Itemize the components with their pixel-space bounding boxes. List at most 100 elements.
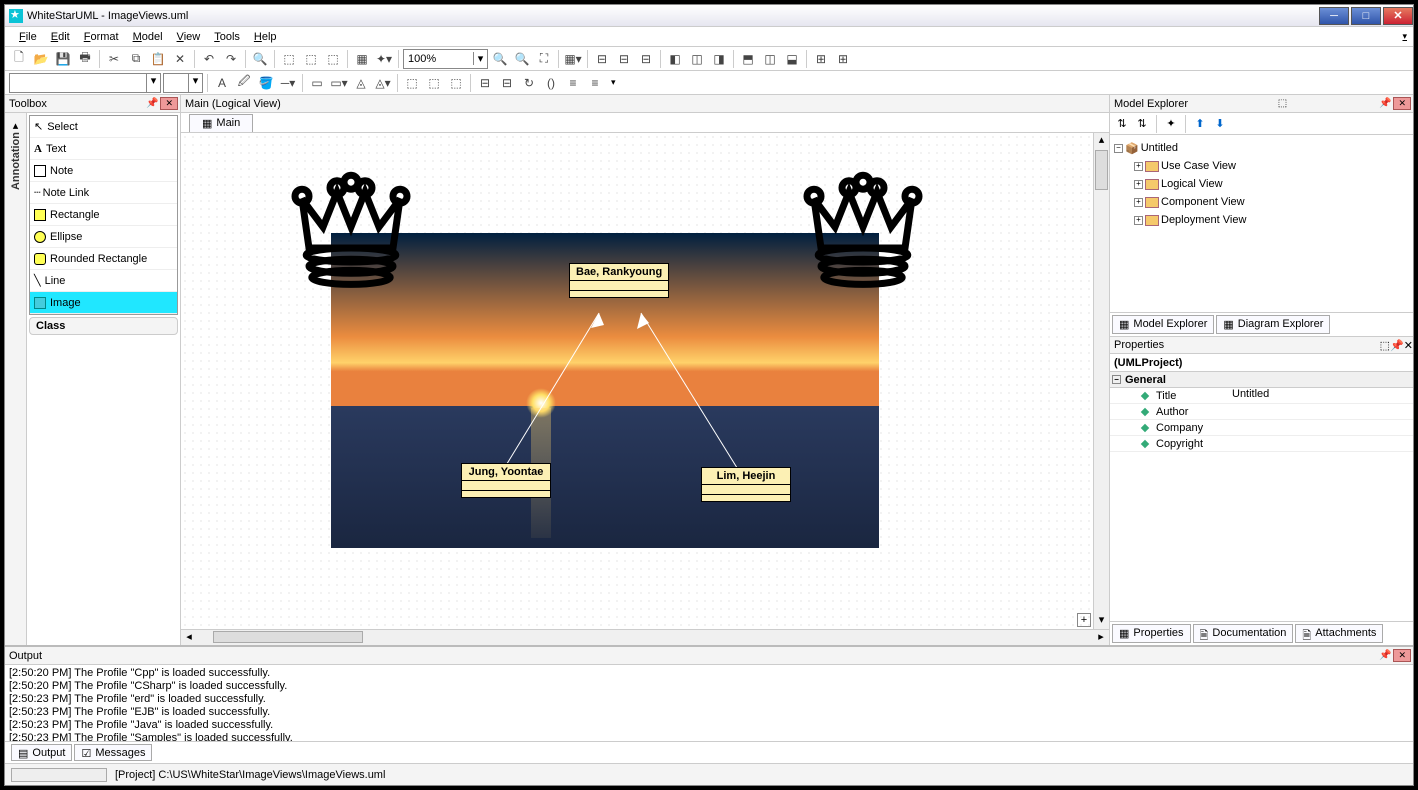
sort-icon[interactable]: ⇅	[1114, 116, 1130, 132]
ws-button-2[interactable]: ⬚	[424, 73, 444, 93]
select-model2-button[interactable]: ⬚	[301, 49, 321, 69]
align-bottom-button[interactable]: ⬓	[782, 49, 802, 69]
tree-item[interactable]: Logical View	[1161, 178, 1223, 190]
tree-root[interactable]: Untitled	[1141, 142, 1178, 154]
ws-button-6[interactable]: ↻	[519, 73, 539, 93]
tab-properties[interactable]: ▦Properties	[1112, 624, 1191, 643]
tool-select[interactable]: ↖Select	[30, 116, 177, 138]
minimize-button[interactable]: ─	[1319, 7, 1349, 25]
tool-image[interactable]: Image	[30, 292, 177, 314]
font-family-combo[interactable]: ▾	[9, 73, 161, 93]
pin-icon[interactable]: 📌	[144, 98, 160, 109]
panel-close-button[interactable]: ✕	[1393, 97, 1411, 110]
print-button[interactable]: 🖶	[75, 49, 95, 69]
pin-icon[interactable]: ⬚	[1276, 98, 1289, 109]
down-arrow-icon[interactable]: ⬇	[1212, 116, 1228, 132]
toolbar2-dropdown-icon[interactable]: ▾	[611, 77, 616, 88]
align-button-3[interactable]: ⊟	[636, 49, 656, 69]
tab-model-explorer[interactable]: ▦Model Explorer	[1112, 315, 1214, 334]
model-tree[interactable]: −📦Untitled +Use Case View +Logical View …	[1110, 135, 1413, 312]
output-log[interactable]: [2:50:20 PM] The Profile "Cpp" is loaded…	[5, 665, 1413, 741]
undo-button[interactable]: ↶	[199, 49, 219, 69]
ws-button-7[interactable]: ()	[541, 73, 561, 93]
tool-ellipse[interactable]: Ellipse	[30, 226, 177, 248]
ws-button-1[interactable]: ⬚	[402, 73, 422, 93]
redo-button[interactable]: ↷	[221, 49, 241, 69]
menu-help[interactable]: Help	[248, 29, 283, 45]
ws-button-4[interactable]: ⊟	[475, 73, 495, 93]
align-left-button[interactable]: ◧	[665, 49, 685, 69]
tab-main[interactable]: ▦Main	[189, 114, 253, 132]
filter-icon[interactable]: ✦	[1163, 116, 1179, 132]
select-model3-button[interactable]: ⬚	[323, 49, 343, 69]
tool-text[interactable]: AText	[30, 138, 177, 160]
tab-output[interactable]: ▤Output	[11, 744, 72, 761]
delete-button[interactable]: ✕	[170, 49, 190, 69]
horizontal-scrollbar[interactable]: ◂▸	[181, 629, 1109, 645]
zoom-combo[interactable]: 100%▾	[403, 49, 488, 69]
line-style-button[interactable]: ─▾	[278, 73, 298, 93]
panel-close-button[interactable]: ✕	[160, 97, 178, 110]
align-right-button[interactable]: ◨	[709, 49, 729, 69]
grid-button[interactable]: ▦▾	[563, 49, 583, 69]
menu-view[interactable]: View	[171, 29, 207, 45]
prop-title[interactable]: TitleUntitled	[1110, 388, 1413, 404]
tree-expand-icon[interactable]: +	[1134, 216, 1143, 225]
align-top-button[interactable]: ⬒	[738, 49, 758, 69]
stereotype-button[interactable]: ▭	[307, 73, 327, 93]
pin-icon[interactable]: 📌	[1377, 650, 1393, 661]
uml-class-left[interactable]: Jung, Yoontae	[461, 463, 551, 498]
new-button[interactable]: 🗋	[9, 49, 29, 69]
tab-diagram-explorer[interactable]: ▦Diagram Explorer	[1216, 315, 1330, 334]
style-button[interactable]: ✦▾	[374, 49, 394, 69]
zoom-expand-button[interactable]: +	[1077, 613, 1091, 627]
up-arrow-icon[interactable]: ⬆	[1192, 116, 1208, 132]
tree-collapse-icon[interactable]: −	[1114, 144, 1123, 153]
ws-button-9[interactable]: ≡	[585, 73, 605, 93]
tree-expand-icon[interactable]: +	[1134, 162, 1143, 171]
tree-expand-icon[interactable]: +	[1134, 198, 1143, 207]
class-category[interactable]: Class	[29, 317, 178, 335]
annotation-category[interactable]: Annotation	[10, 132, 22, 190]
menu-format[interactable]: Format	[78, 29, 125, 45]
panel-close-button[interactable]: ✕	[1393, 649, 1411, 662]
font-color-button[interactable]: A	[212, 73, 232, 93]
fit-button[interactable]: ⛶	[534, 49, 554, 69]
pin-icon[interactable]: 📌	[1377, 98, 1393, 109]
toolbox-up-icon[interactable]: ▴	[13, 119, 19, 132]
uml-class-top[interactable]: Bae, Rankyoung	[569, 263, 669, 298]
prop-copyright[interactable]: Copyright	[1110, 436, 1413, 452]
menu-edit[interactable]: Edit	[45, 29, 76, 45]
prop-author[interactable]: Author	[1110, 404, 1413, 420]
pin-icon[interactable]: 📌	[1390, 339, 1404, 352]
distribute-h-button[interactable]: ⊞	[811, 49, 831, 69]
highlight-button[interactable]: 🖉	[234, 73, 254, 93]
menubar-dropdown-icon[interactable]: ▾	[1396, 29, 1413, 44]
ws-button-8[interactable]: ≡	[563, 73, 583, 93]
find-button[interactable]: 🔍	[250, 49, 270, 69]
suppress-button[interactable]: ▭▾	[329, 73, 349, 93]
font-size-combo[interactable]: ▾	[163, 73, 203, 93]
tool-rectangle[interactable]: Rectangle	[30, 204, 177, 226]
close-button[interactable]: ✕	[1383, 7, 1413, 25]
sort-icon-2[interactable]: ⇅	[1134, 116, 1150, 132]
prop-company[interactable]: Company	[1110, 420, 1413, 436]
tool-line[interactable]: ╲Line	[30, 270, 177, 292]
tab-messages[interactable]: ☑Messages	[74, 744, 152, 761]
tool-notelink[interactable]: ┄Note Link	[30, 182, 177, 204]
tool-roundrect[interactable]: Rounded Rectangle	[30, 248, 177, 270]
zoom-in-button[interactable]: 🔍	[490, 49, 510, 69]
open-button[interactable]: 📂	[31, 49, 51, 69]
ws-button-3[interactable]: ⬚	[446, 73, 466, 93]
tree-item[interactable]: Deployment View	[1161, 214, 1246, 226]
canvas[interactable]: Bae, Rankyoung Jung, Yoontae Lim, Heejin…	[181, 133, 1093, 629]
align-button-1[interactable]: ⊟	[592, 49, 612, 69]
save-button[interactable]: 💾	[53, 49, 73, 69]
panel-close-button[interactable]: ✕	[1404, 339, 1413, 352]
stereotype3-button[interactable]: ◬▾	[373, 73, 393, 93]
menu-model[interactable]: Model	[127, 29, 169, 45]
tab-attachments[interactable]: 🗎Attachments	[1295, 624, 1383, 643]
cut-button[interactable]: ✂	[104, 49, 124, 69]
copy-button[interactable]: ⧉	[126, 49, 146, 69]
tree-expand-icon[interactable]: +	[1134, 180, 1143, 189]
